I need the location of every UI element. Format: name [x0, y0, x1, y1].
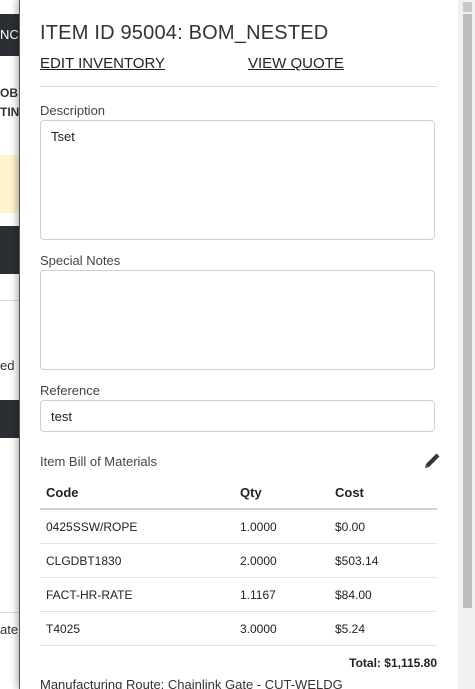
background-dark-bar — [0, 226, 20, 274]
column-header-cost[interactable]: Cost — [329, 476, 437, 510]
bom-total-label: Total: — [349, 656, 381, 670]
scrollbar-arrow-up[interactable] — [463, 2, 472, 12]
special-notes-textarea[interactable] — [40, 270, 435, 370]
background-text-fragment: ed — [0, 358, 15, 373]
pencil-icon[interactable] — [423, 452, 441, 470]
bom-cell-code: T4025 — [40, 611, 234, 646]
divider — [0, 300, 20, 301]
bom-cell-cost: $0.00 — [329, 509, 437, 544]
item-detail-drawer: ITEM ID 95004: BOM_NESTED EDIT INVENTORY… — [19, 0, 475, 689]
bom-cell-cost: $503.14 — [329, 543, 437, 578]
navbar-fragment: NC — [0, 27, 19, 42]
bom-cell-qty: 1.1167 — [234, 577, 329, 612]
bom-cell-code: 0425SSW/ROPE — [40, 509, 234, 544]
bom-total-value: $1,115.80 — [384, 656, 437, 670]
divider — [0, 612, 20, 613]
description-label: Description — [40, 103, 106, 118]
bom-table: Code Qty Cost 0425SSW/ROPE 1.0000 $0.00 … — [40, 476, 437, 646]
reference-label: Reference — [40, 383, 100, 398]
bom-cell-qty: 3.0000 — [234, 611, 329, 646]
background-text-fragment: ate — [0, 622, 19, 637]
table-row[interactable]: 0425SSW/ROPE 1.0000 $0.00 — [40, 509, 437, 544]
column-header-code[interactable]: Code — [40, 476, 234, 510]
background-dark-bar — [0, 400, 20, 438]
bom-total: Total: $1,115.80 — [40, 656, 437, 670]
reference-input[interactable]: test — [40, 400, 435, 432]
bom-cell-cost: $5.24 — [329, 611, 437, 646]
scrollbar-thumb[interactable] — [463, 14, 472, 608]
bom-cell-code: CLGDBT1830 — [40, 543, 234, 578]
table-row[interactable]: T4025 3.0000 $5.24 — [40, 611, 437, 646]
bom-cell-qty: 1.0000 — [234, 509, 329, 544]
background-warning-panel — [0, 155, 20, 213]
background-heading-fragment: OB TIN — [0, 86, 20, 119]
bom-cell-code: FACT-HR-RATE — [40, 577, 234, 612]
table-row[interactable]: FACT-HR-RATE 1.1167 $84.00 — [40, 577, 437, 612]
bom-label: Item Bill of Materials — [40, 454, 158, 469]
item-title: ITEM ID 95004: BOM_NESTED — [40, 22, 329, 44]
bom-cell-qty: 2.0000 — [234, 543, 329, 578]
bom-cell-cost: $84.00 — [329, 577, 437, 612]
edit-inventory-link[interactable]: EDIT INVENTORY — [40, 55, 165, 72]
drawer-scrollbar[interactable] — [458, 0, 475, 689]
table-row[interactable]: CLGDBT1830 2.0000 $503.14 — [40, 543, 437, 578]
view-quote-link[interactable]: VIEW QUOTE — [248, 55, 344, 72]
bom-header-row: Code Qty Cost — [40, 476, 437, 510]
manufacturing-route: Manufacturing Route: Chainlink Gate - CU… — [40, 677, 343, 689]
special-notes-label: Special Notes — [40, 253, 121, 268]
column-header-qty[interactable]: Qty — [234, 476, 329, 510]
description-textarea[interactable]: Tset — [40, 120, 435, 240]
divider — [40, 86, 437, 87]
